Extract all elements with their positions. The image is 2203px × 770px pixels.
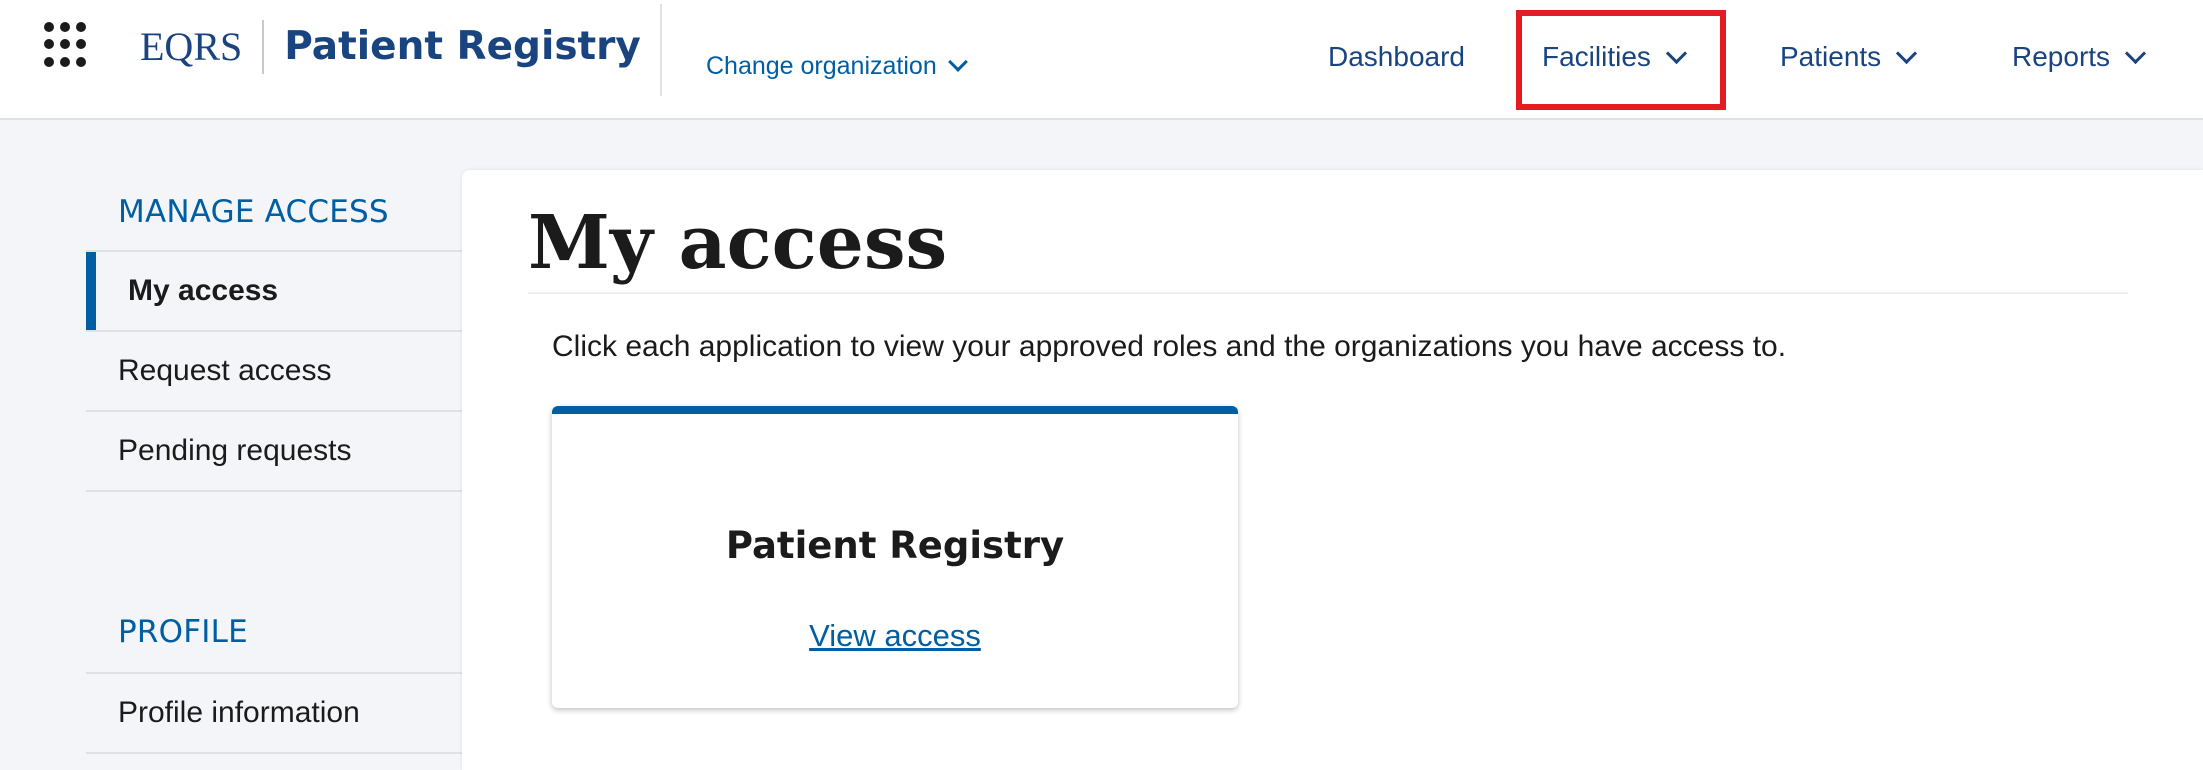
sidebar-item-request-access[interactable]: Request access xyxy=(86,332,462,412)
sidebar-profile-list: Profile information xyxy=(86,672,462,754)
view-access-link[interactable]: View access xyxy=(552,618,1238,654)
brand-product: Patient Registry xyxy=(284,24,641,69)
chevron-down-icon xyxy=(1896,42,1918,64)
brand-short: EQRS xyxy=(140,20,265,74)
nav-patients[interactable]: Patients xyxy=(1780,34,1918,80)
change-organization-button[interactable]: Change organization xyxy=(706,48,968,84)
main-panel: My access Click each application to view… xyxy=(462,170,2203,770)
nav-reports-label: Reports xyxy=(2012,41,2111,72)
page-title: My access xyxy=(528,200,948,286)
title-divider xyxy=(528,292,2128,294)
nav-dashboard[interactable]: Dashboard xyxy=(1328,34,1465,80)
nav-facilities[interactable]: Facilities xyxy=(1542,34,1688,80)
intro-text: Click each application to view your appr… xyxy=(552,330,1787,363)
sidebar-item-pending-requests[interactable]: Pending requests xyxy=(86,412,462,492)
change-organization-label: Change organization xyxy=(706,51,937,80)
nav-reports[interactable]: Reports xyxy=(2012,34,2147,80)
sidebar-manage-list: My access Request access Pending request… xyxy=(86,250,462,492)
chevron-down-icon xyxy=(947,52,968,72)
chevron-down-icon xyxy=(2124,42,2147,64)
card-title: Patient Registry xyxy=(725,524,1065,567)
sidebar-heading-profile: PROFILE xyxy=(118,614,248,650)
sidebar-item-profile-information[interactable]: Profile information xyxy=(86,674,462,754)
header-divider xyxy=(660,4,662,96)
chevron-down-icon xyxy=(1665,42,1688,64)
brand-logo[interactable]: EQRS Patient Registry xyxy=(140,20,641,74)
nav-facilities-label: Facilities xyxy=(1542,41,1651,72)
grid-icon[interactable] xyxy=(44,22,90,68)
sidebar-heading-manage-access: MANAGE ACCESS xyxy=(118,194,389,230)
application-card: Patient Registry View access xyxy=(552,406,1238,708)
sidebar-item-my-access[interactable]: My access xyxy=(86,252,462,332)
top-header: EQRS Patient Registry Change organizatio… xyxy=(0,0,2203,120)
nav-patients-label: Patients xyxy=(1780,41,1882,72)
nav-dashboard-label: Dashboard xyxy=(1328,41,1465,72)
